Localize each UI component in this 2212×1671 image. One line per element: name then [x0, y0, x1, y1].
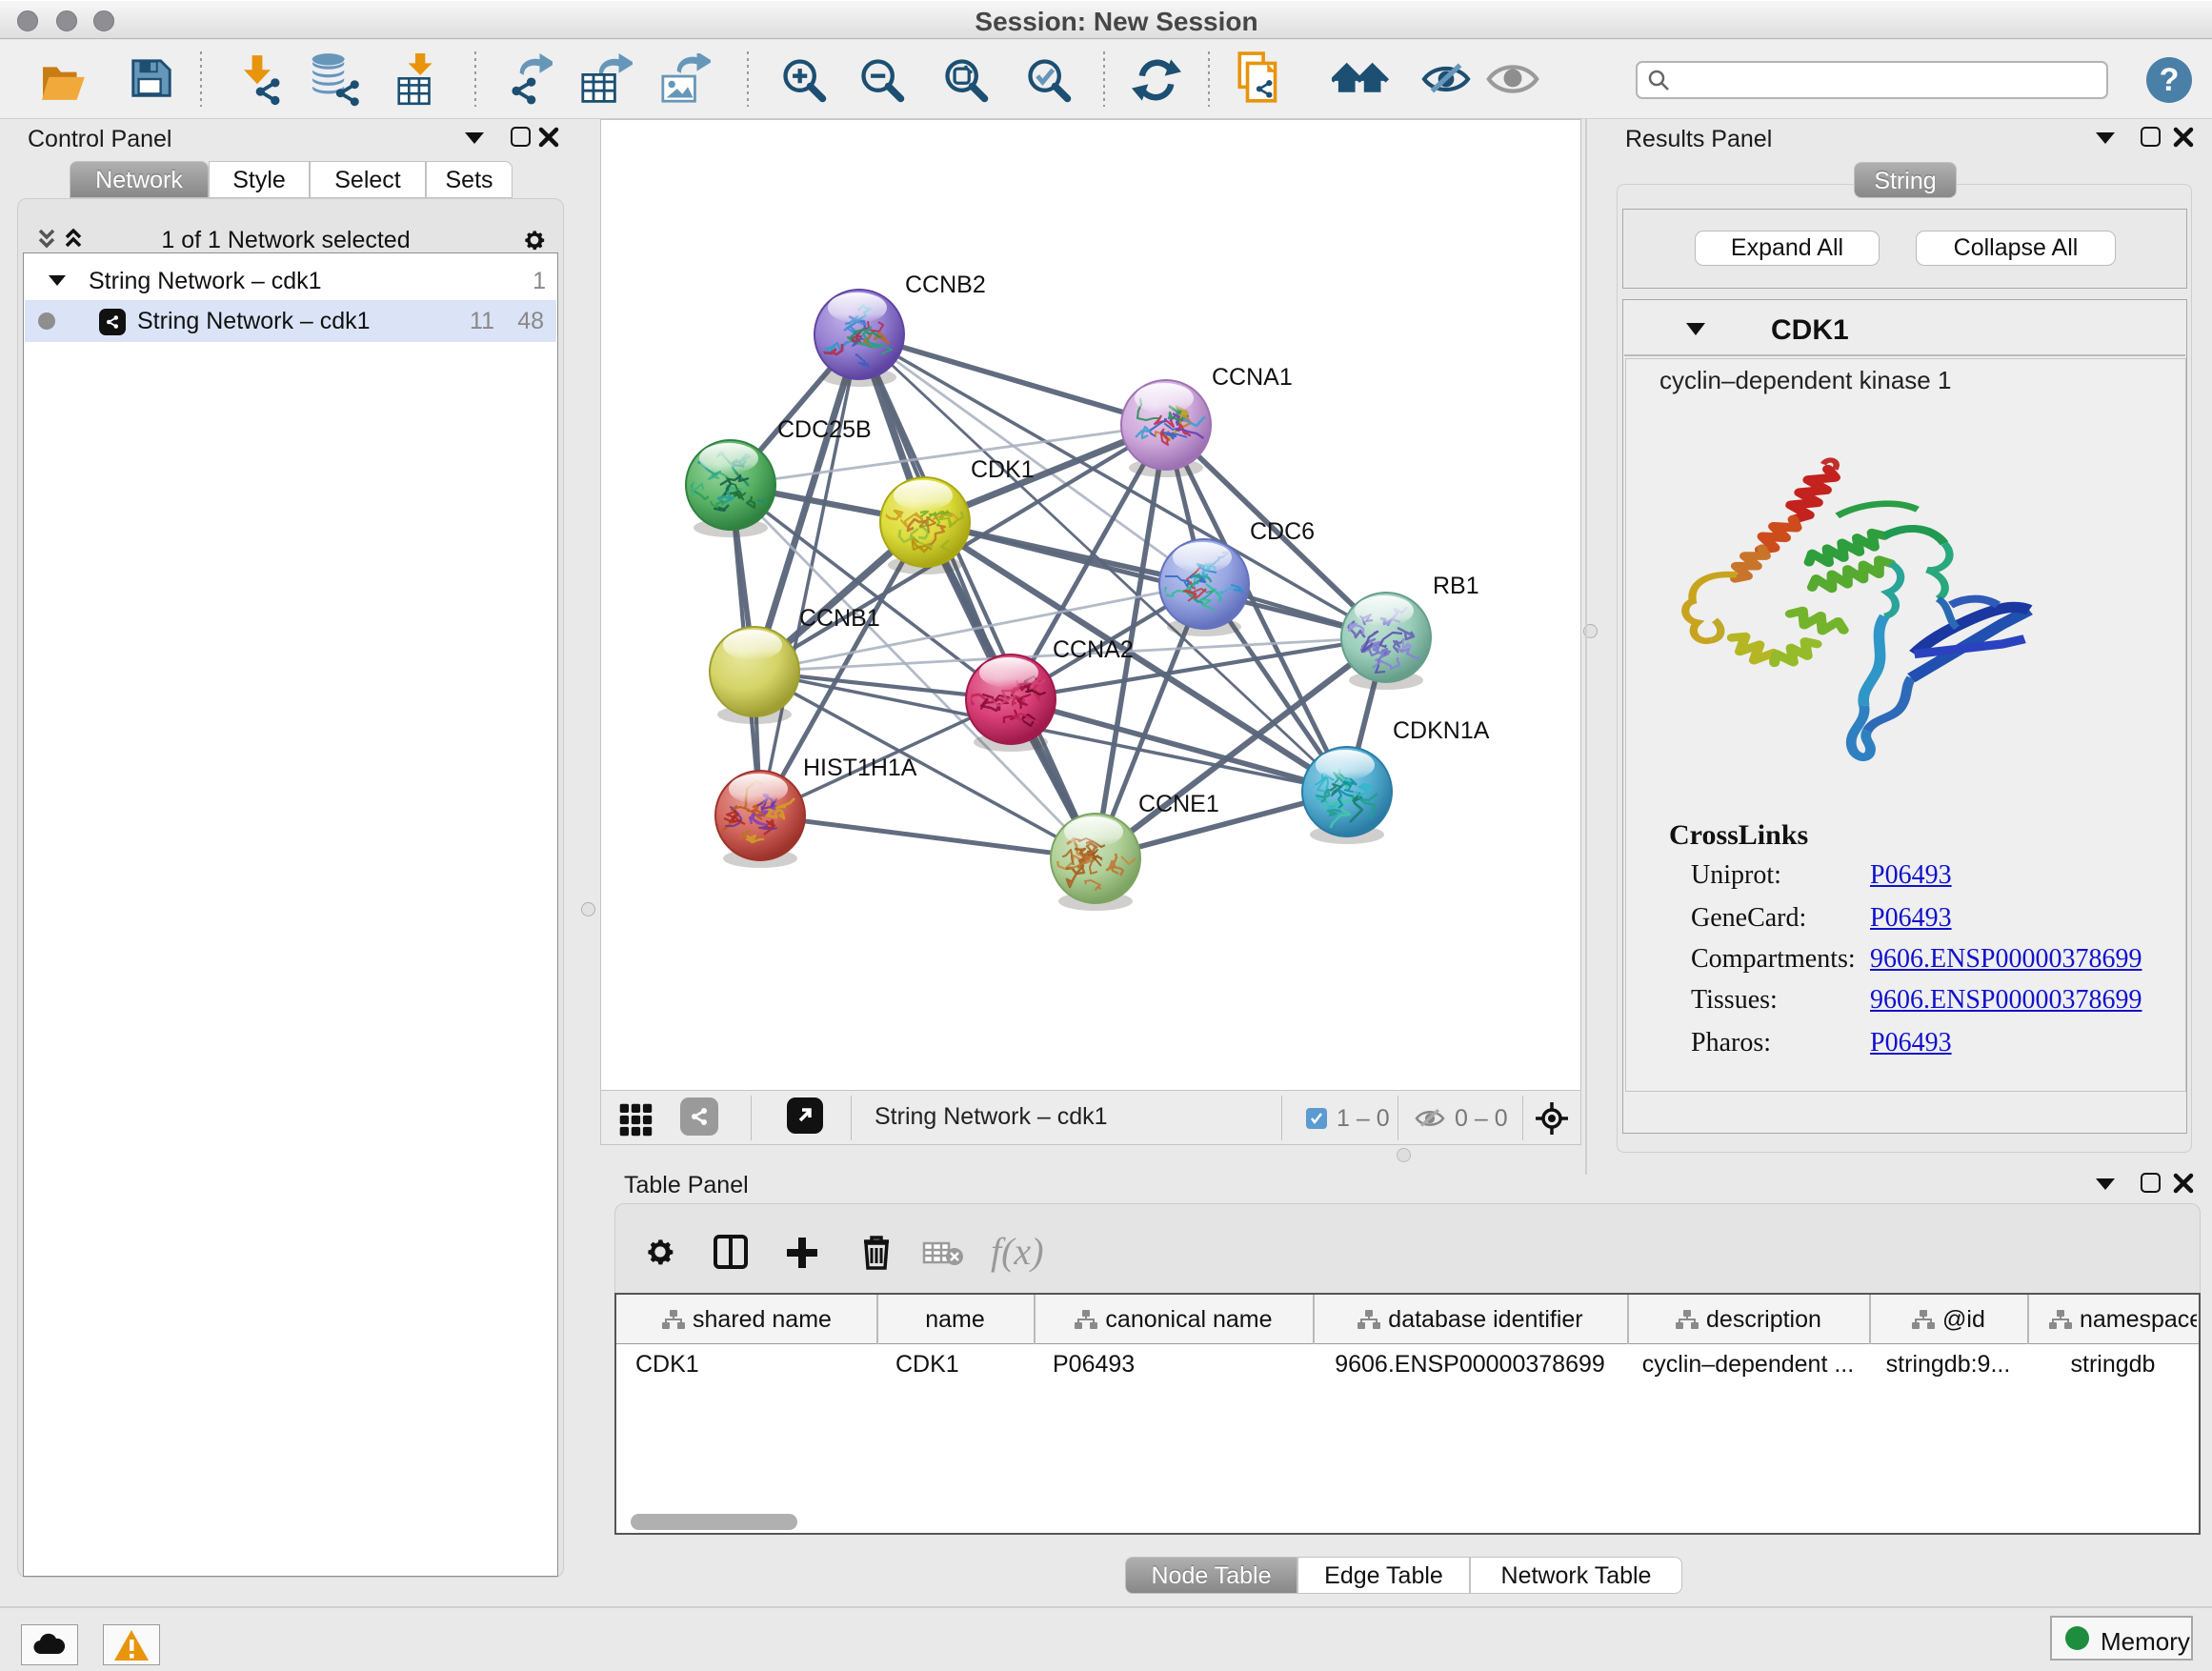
svg-text:CDC6: CDC6 — [1250, 518, 1315, 545]
svg-text:CCNE1: CCNE1 — [1138, 791, 1219, 817]
svg-text:CCNA1: CCNA1 — [1212, 364, 1293, 391]
svg-text:CCNB1: CCNB1 — [799, 605, 880, 632]
svg-text:CDKN1A: CDKN1A — [1393, 717, 1490, 744]
svg-text:RB1: RB1 — [1433, 573, 1479, 599]
svg-text:CDC25B: CDC25B — [777, 416, 872, 443]
svg-text:CCNA2: CCNA2 — [1053, 636, 1134, 663]
svg-text:CCNB2: CCNB2 — [905, 272, 986, 298]
svg-text:CDK1: CDK1 — [971, 456, 1035, 483]
svg-text:HIST1H1A: HIST1H1A — [803, 755, 917, 781]
